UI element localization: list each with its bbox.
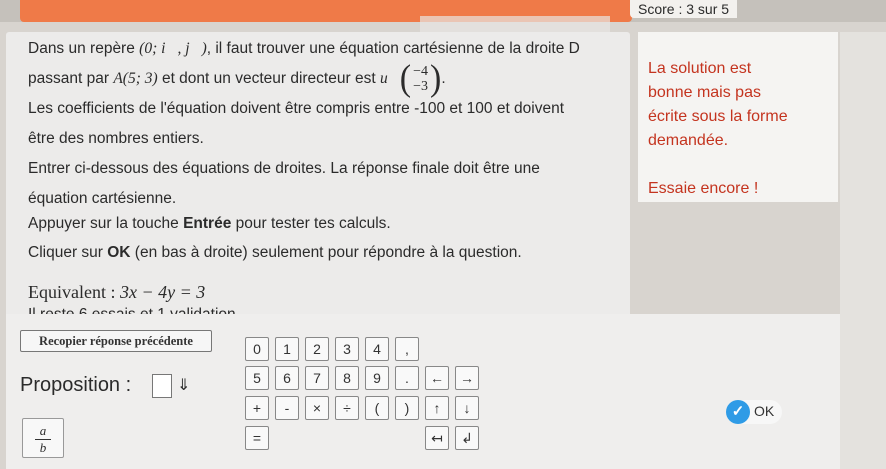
key-enter[interactable]: ↲ — [455, 426, 479, 450]
feedback-line-4: demandée. — [648, 132, 729, 149]
key-row1-5[interactable]: , — [395, 337, 419, 361]
key-row2-7[interactable]: → — [455, 366, 479, 390]
key-row1-3[interactable]: 3 — [335, 337, 359, 361]
key-row3-3[interactable]: ÷ — [335, 396, 359, 420]
key-row3-4[interactable]: ( — [365, 396, 389, 420]
question-line-5: Entrer ci-dessous des équations de droit… — [28, 160, 540, 177]
question-line-4: être des nombres entiers. — [28, 130, 204, 147]
key-backspace[interactable]: ↤ — [425, 426, 449, 450]
key-row2-4[interactable]: 9 — [365, 366, 389, 390]
key-row1-0[interactable]: 0 — [245, 337, 269, 361]
fraction-button[interactable]: ab — [22, 418, 64, 458]
key-row2-6[interactable]: ← — [425, 366, 449, 390]
instruction-ok: Cliquer sur OK (en bas à droite) seuleme… — [28, 244, 522, 261]
equivalent-expression: 3x − 4y = 3 — [119, 282, 206, 302]
key-row1-4[interactable]: 4 — [365, 337, 389, 361]
direction-vector: u⃗(−4 −3) — [379, 58, 442, 99]
question-line-2: passant par A(5; 3) et dont un vecteur d… — [28, 58, 446, 99]
key-row3-7[interactable]: ↓ — [455, 396, 479, 420]
key-row2-5[interactable]: . — [395, 366, 419, 390]
key-row2-2[interactable]: 7 — [305, 366, 329, 390]
question-line-3: Les coefficients de l'équation doivent ê… — [28, 100, 565, 117]
score-label: Score : 3 sur 5 — [630, 0, 738, 18]
feedback-retry: Essaie encore ! — [648, 180, 759, 197]
key-row2-1[interactable]: 6 — [275, 366, 299, 390]
key-row1-2[interactable]: 2 — [305, 337, 329, 361]
feedback-line-2: bonne mais pas — [648, 84, 761, 101]
copy-previous-button[interactable]: Recopier réponse précédente — [20, 330, 212, 352]
feedback-line-1: La solution est — [648, 60, 752, 77]
key-row1-1[interactable]: 1 — [275, 337, 299, 361]
key-row2-0[interactable]: 5 — [245, 366, 269, 390]
key-row2-3[interactable]: 8 — [335, 366, 359, 390]
question-line-1: Dans un repère (0; i⃗, j⃗), il faut trou… — [28, 40, 580, 57]
ok-label[interactable]: OK — [754, 403, 774, 419]
check-icon[interactable]: ✓ — [726, 400, 750, 424]
key-row3-6[interactable]: ↑ — [425, 396, 449, 420]
key-row3-1[interactable]: - — [275, 396, 299, 420]
question-line-6: équation cartésienne. — [28, 190, 177, 207]
key-row3-5[interactable]: ) — [395, 396, 419, 420]
equivalent-line: Equivalent : 3x − 4y = 3 — [28, 282, 206, 302]
proposition-label: Proposition : — [20, 374, 132, 396]
key-row3-2[interactable]: × — [305, 396, 329, 420]
feedback-line-3: écrite sous la forme — [648, 108, 788, 125]
key-row3-0[interactable]: + — [245, 396, 269, 420]
insert-down-icon[interactable]: ⇓ — [177, 375, 190, 395]
key-equals[interactable]: = — [245, 426, 269, 450]
point-a: A(5; 3) — [113, 70, 158, 87]
right-margin — [840, 32, 886, 469]
instruction-enter: Appuyer sur la touche Entrée pour tester… — [28, 215, 391, 232]
answer-input[interactable] — [152, 374, 172, 398]
